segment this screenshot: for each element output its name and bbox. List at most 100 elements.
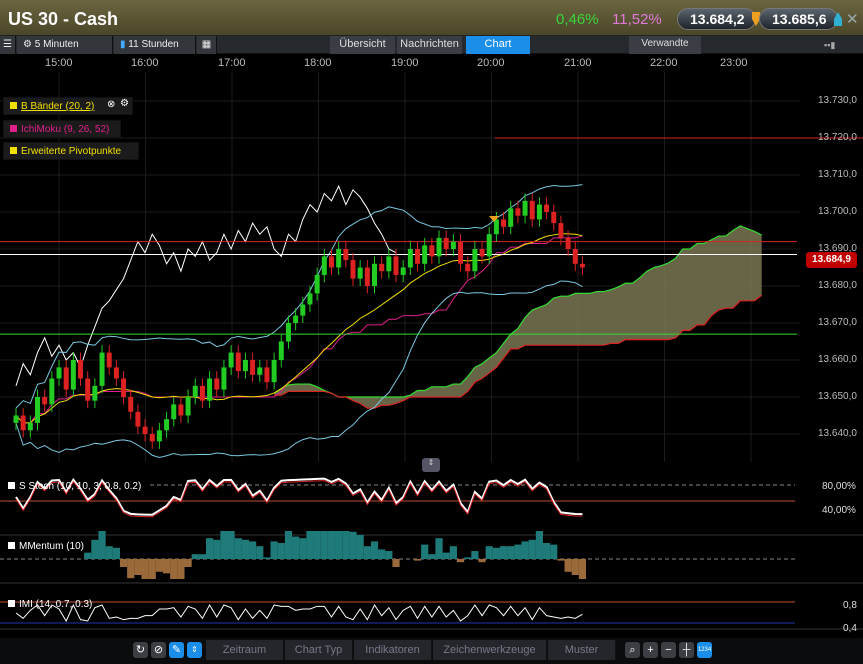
gear-icon[interactable]: ⚙ bbox=[120, 98, 129, 109]
momentum-bar bbox=[313, 531, 321, 559]
candle bbox=[27, 422, 33, 431]
candle bbox=[106, 352, 112, 368]
menu-muster[interactable]: Muster bbox=[548, 640, 616, 660]
time-label: 21:00 bbox=[564, 57, 592, 69]
candle bbox=[20, 415, 26, 431]
calendar-icon[interactable]: ▦ bbox=[197, 36, 217, 54]
zoom-in-icon[interactable]: + bbox=[643, 642, 658, 658]
buy-price-button[interactable]: 13.685,6 bbox=[759, 8, 842, 30]
range-select[interactable]: ▮ 11 Stunden bbox=[114, 36, 196, 54]
panel-resize-handle[interactable]: ⇕ bbox=[422, 458, 440, 472]
momentum-bar bbox=[528, 539, 536, 559]
candle bbox=[515, 208, 521, 216]
time-label: 15:00 bbox=[45, 57, 73, 69]
legend-ichimoku[interactable]: IchiMoku (9, 26, 52) bbox=[3, 120, 121, 138]
title-bar: US 30 - Cash 0,46% 11,52% 13.684,2 13.68… bbox=[0, 0, 863, 36]
tab-overview[interactable]: Übersicht bbox=[330, 36, 395, 54]
pencil-icon[interactable]: ✎ bbox=[169, 642, 184, 658]
bottom-toolbar: ↻ ⊘ ✎ ⇕ Zeitraum Chart Typ Indikatoren Z… bbox=[0, 638, 863, 664]
candle bbox=[493, 219, 499, 235]
candle bbox=[285, 323, 291, 342]
price-label: 13.640,0 bbox=[818, 428, 857, 439]
time-label: 20:00 bbox=[477, 57, 505, 69]
tab-news[interactable]: Nachrichten bbox=[397, 36, 462, 54]
candle bbox=[321, 256, 327, 275]
momentum-bar bbox=[191, 554, 199, 559]
candle bbox=[372, 263, 377, 286]
up-down-icon[interactable]: ⇕ bbox=[187, 642, 202, 658]
panel-label-momentum[interactable]: MMentum (10) bbox=[8, 541, 84, 552]
momentum-bar bbox=[557, 559, 565, 561]
candle bbox=[422, 245, 428, 264]
candle bbox=[579, 263, 585, 268]
candle bbox=[572, 249, 578, 264]
candle bbox=[350, 260, 356, 279]
change-percent-secondary: 11,52% bbox=[612, 11, 662, 28]
sell-price-button[interactable]: 13.684,2 bbox=[677, 8, 760, 30]
menu-indikatoren[interactable]: Indikatoren bbox=[354, 640, 432, 660]
momentum-bar bbox=[485, 546, 493, 559]
momentum-bar bbox=[392, 559, 400, 567]
time-axis: 15:00 16:00 17:00 18:00 19:00 20:00 21:0… bbox=[0, 54, 863, 72]
legend-label: IchiMoku (9, 26, 52) bbox=[21, 124, 110, 135]
interval-select[interactable]: ⚙ 5 Minuten bbox=[17, 36, 113, 54]
zoom-out-icon[interactable]: − bbox=[661, 642, 676, 658]
price-label: 13.730,0 bbox=[818, 95, 857, 106]
momentum-bar bbox=[112, 547, 120, 559]
list-icon[interactable]: ☰ bbox=[0, 36, 16, 54]
candle bbox=[364, 267, 370, 286]
current-price-badge: 13.684,9 bbox=[806, 252, 857, 268]
momentum-bar bbox=[456, 559, 465, 563]
numbers-icon[interactable]: 1234 bbox=[697, 642, 712, 658]
momentum-bar bbox=[256, 546, 264, 559]
window-size-icons[interactable]: ▪▪▮ bbox=[824, 40, 835, 51]
candle bbox=[393, 256, 399, 275]
candle bbox=[242, 360, 248, 372]
candle bbox=[250, 360, 256, 375]
price-label: 13.650,0 bbox=[818, 391, 857, 402]
momentum-bar bbox=[177, 559, 185, 579]
menu-zeichenwerkzeuge[interactable]: Zeichenwerkzeuge bbox=[433, 640, 547, 660]
price-label: 13.720,0 bbox=[818, 132, 857, 143]
momentum-bar bbox=[170, 559, 178, 579]
momentum-bar bbox=[141, 559, 149, 579]
color-swatch bbox=[10, 125, 17, 132]
menu-zeitraum[interactable]: Zeitraum bbox=[206, 640, 284, 660]
price-label: 13.680,0 bbox=[818, 280, 857, 291]
momentum-bar bbox=[335, 531, 343, 559]
candle bbox=[214, 378, 220, 390]
panel-label-stoch[interactable]: S Stoch (10, 10, 3, 0.8, 0.2) bbox=[8, 481, 141, 492]
candle bbox=[142, 426, 148, 434]
tab-related[interactable]: Verwandte bbox=[629, 36, 701, 54]
momentum-bar bbox=[234, 538, 242, 559]
close-icon[interactable]: ✕ bbox=[846, 10, 859, 28]
kijun-line bbox=[15, 235, 583, 424]
tab-chart[interactable]: Chart bbox=[466, 36, 530, 54]
instrument-title: US 30 - Cash bbox=[8, 9, 119, 29]
momentum-bar bbox=[270, 541, 278, 559]
momentum-bar bbox=[413, 559, 422, 561]
refresh-icon[interactable]: ↻ bbox=[133, 642, 148, 658]
momentum-bar bbox=[277, 543, 285, 559]
candle bbox=[278, 341, 284, 360]
candle bbox=[121, 378, 127, 397]
momentum-bar bbox=[98, 531, 106, 559]
candle bbox=[164, 419, 170, 431]
momentum-bar bbox=[148, 559, 156, 579]
close-icon[interactable]: ⊗ bbox=[107, 99, 115, 110]
momentum-bar bbox=[327, 531, 336, 559]
crosshair-icon[interactable]: ┼ bbox=[679, 642, 694, 658]
stoch-level-80: 80,00% bbox=[822, 481, 856, 492]
legend-bollinger[interactable]: B Bänder (20, 2) ⊗ ⚙ bbox=[3, 97, 133, 115]
cancel-icon[interactable]: ⊘ bbox=[151, 642, 166, 658]
momentum-bar bbox=[241, 539, 250, 559]
legend-pivot[interactable]: Erweiterte Pivotpunkte bbox=[3, 142, 139, 160]
candle bbox=[264, 367, 270, 383]
menu-chart-typ[interactable]: Chart Typ bbox=[285, 640, 353, 660]
panel-label-imi[interactable]: IMI (14, 0.7, 0.3) bbox=[8, 599, 92, 610]
momentum-bar bbox=[521, 541, 529, 559]
search-icon[interactable]: ⌕ bbox=[625, 642, 640, 658]
momentum-bar bbox=[435, 538, 443, 559]
time-label: 17:00 bbox=[218, 57, 246, 69]
candle bbox=[300, 304, 306, 316]
